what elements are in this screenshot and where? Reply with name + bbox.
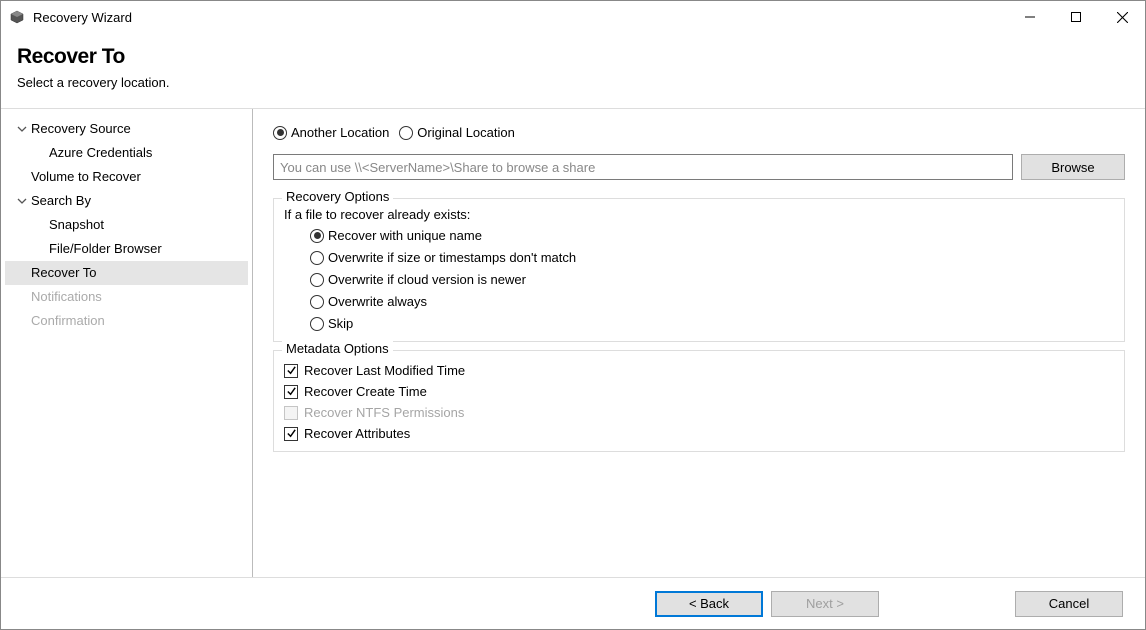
group-instruction: If a file to recover already exists:: [284, 207, 1114, 222]
sidebar-item-notifications: Notifications: [5, 285, 248, 309]
radio-overwrite-always[interactable]: Overwrite always: [310, 294, 1114, 309]
back-button[interactable]: < Back: [655, 591, 763, 617]
metadata-options-group: Metadata Options Recover Last Modified T…: [273, 350, 1125, 452]
checkbox-icon: [284, 427, 298, 441]
sidebar-item-confirmation: Confirmation: [5, 309, 248, 333]
radio-overwrite-newer[interactable]: Overwrite if cloud version is newer: [310, 272, 1114, 287]
radio-icon: [310, 317, 324, 331]
button-label: Next >: [806, 596, 844, 611]
sidebar-item-label: Notifications: [31, 287, 102, 307]
chevron-down-icon: [15, 194, 29, 208]
app-icon: [9, 9, 25, 25]
sidebar-item-recovery-source[interactable]: Recovery Source: [5, 117, 248, 141]
chevron-down-icon: [15, 122, 29, 136]
sidebar-item-volume-to-recover[interactable]: Volume to Recover: [5, 165, 248, 189]
checkbox-icon: [284, 406, 298, 420]
radio-icon: [310, 273, 324, 287]
button-label: Browse: [1051, 160, 1094, 175]
radio-label: Overwrite always: [328, 294, 427, 309]
radio-recover-unique-name[interactable]: Recover with unique name: [310, 228, 1114, 243]
radio-overwrite-mismatch[interactable]: Overwrite if size or timestamps don't ma…: [310, 250, 1114, 265]
radio-label: Recover with unique name: [328, 228, 482, 243]
radio-skip[interactable]: Skip: [310, 316, 1114, 331]
titlebar: Recovery Wizard: [1, 1, 1145, 33]
checkbox-attributes[interactable]: Recover Attributes: [284, 426, 1114, 441]
group-legend: Metadata Options: [282, 341, 393, 356]
button-label: < Back: [689, 596, 729, 611]
maximize-button[interactable]: [1053, 1, 1099, 33]
wizard-sidebar: Recovery Source Azure Credentials Volume…: [1, 109, 253, 577]
page-title: Recover To: [17, 45, 1129, 69]
wizard-main: Another Location Original Location You c…: [253, 109, 1145, 577]
radio-label: Another Location: [291, 125, 389, 140]
checkbox-label: Recover Attributes: [304, 426, 410, 441]
checkbox-label: Recover NTFS Permissions: [304, 405, 464, 420]
sidebar-item-azure-credentials[interactable]: Azure Credentials: [5, 141, 248, 165]
page-subtitle: Select a recovery location.: [17, 75, 1129, 90]
radio-label: Overwrite if cloud version is newer: [328, 272, 526, 287]
close-button[interactable]: [1099, 1, 1145, 33]
radio-label: Original Location: [417, 125, 515, 140]
checkbox-icon: [284, 364, 298, 378]
checkbox-label: Recover Last Modified Time: [304, 363, 465, 378]
sidebar-item-label: File/Folder Browser: [49, 239, 162, 259]
sidebar-item-label: Search By: [31, 191, 91, 211]
radio-icon: [310, 229, 324, 243]
sidebar-item-snapshot[interactable]: Snapshot: [5, 213, 248, 237]
minimize-button[interactable]: [1007, 1, 1053, 33]
sidebar-item-label: Recovery Source: [31, 119, 131, 139]
checkbox-last-modified[interactable]: Recover Last Modified Time: [284, 363, 1114, 378]
group-legend: Recovery Options: [282, 189, 393, 204]
radio-icon: [399, 126, 413, 140]
button-label: Cancel: [1049, 596, 1089, 611]
sidebar-item-label: Confirmation: [31, 311, 105, 331]
sidebar-item-recover-to[interactable]: Recover To: [5, 261, 248, 285]
sidebar-item-label: Volume to Recover: [31, 167, 141, 187]
sidebar-item-file-folder-browser[interactable]: File/Folder Browser: [5, 237, 248, 261]
radio-icon: [310, 251, 324, 265]
browse-button[interactable]: Browse: [1021, 154, 1125, 180]
recovery-options-group: Recovery Options If a file to recover al…: [273, 198, 1125, 342]
sidebar-item-label: Snapshot: [49, 215, 104, 235]
radio-icon: [273, 126, 287, 140]
next-button: Next >: [771, 591, 879, 617]
radio-label: Skip: [328, 316, 353, 331]
radio-icon: [310, 295, 324, 309]
checkbox-icon: [284, 385, 298, 399]
radio-another-location[interactable]: Another Location: [273, 125, 389, 140]
cancel-button[interactable]: Cancel: [1015, 591, 1123, 617]
sidebar-item-label: Azure Credentials: [49, 143, 152, 163]
radio-label: Overwrite if size or timestamps don't ma…: [328, 250, 576, 265]
sidebar-item-label: Recover To: [31, 263, 97, 283]
checkbox-label: Recover Create Time: [304, 384, 427, 399]
checkbox-ntfs-permissions: Recover NTFS Permissions: [284, 405, 1114, 420]
radio-original-location[interactable]: Original Location: [399, 125, 515, 140]
wizard-header: Recover To Select a recovery location.: [1, 33, 1145, 109]
sidebar-item-search-by[interactable]: Search By: [5, 189, 248, 213]
window-title: Recovery Wizard: [33, 10, 1007, 25]
placeholder-text: You can use \\<ServerName>\Share to brow…: [280, 160, 595, 175]
checkbox-create-time[interactable]: Recover Create Time: [284, 384, 1114, 399]
location-path-input[interactable]: You can use \\<ServerName>\Share to brow…: [273, 154, 1013, 180]
wizard-footer: < Back Next > Cancel: [1, 577, 1145, 629]
